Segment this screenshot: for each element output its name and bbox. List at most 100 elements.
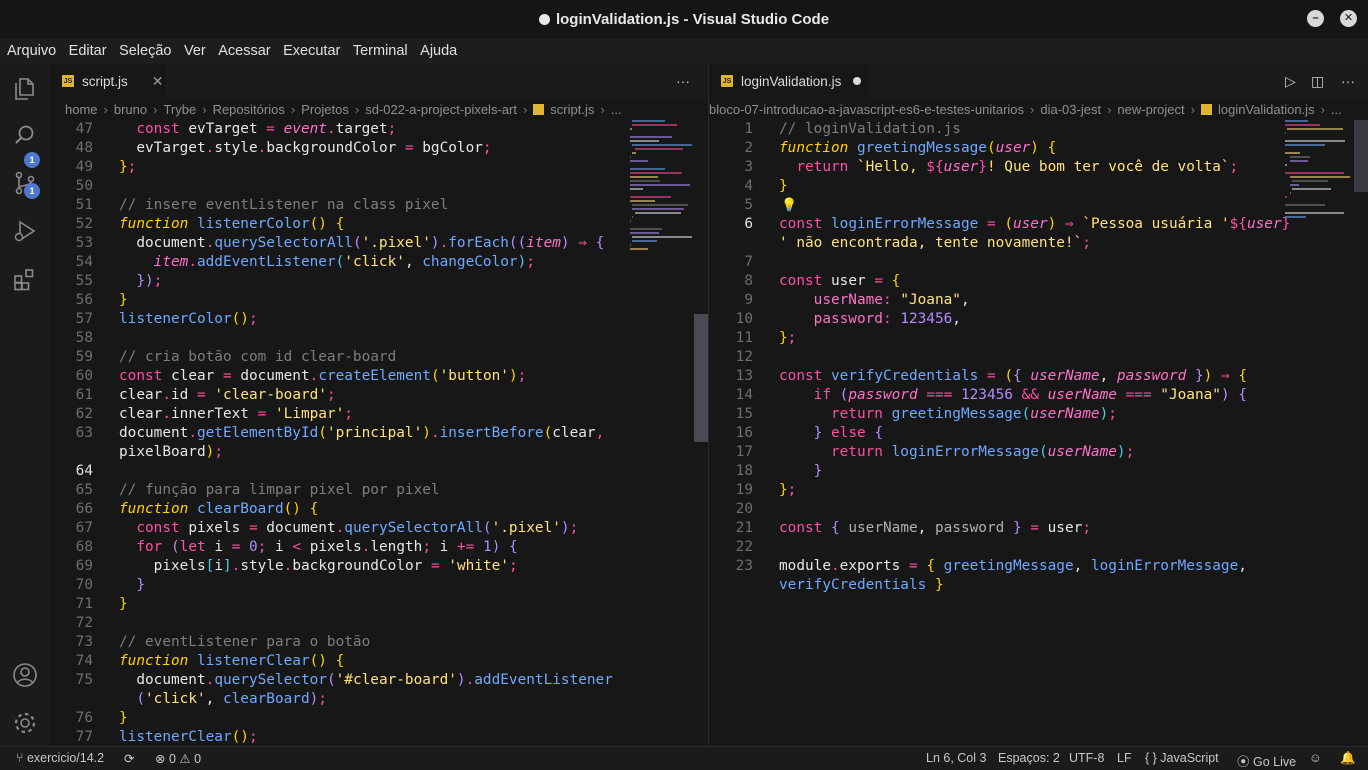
menu-item-acessar[interactable]: Acessar: [218, 43, 270, 59]
code-line[interactable]: 47 const evTarget = event.target;: [50, 120, 708, 139]
go-live-button[interactable]: ⦿ Go Live: [1237, 751, 1296, 770]
code-line[interactable]: 60 const clear = document.createElement('…: [50, 367, 708, 386]
encoding[interactable]: UTF-8: [1069, 751, 1104, 765]
breadcrumb-item[interactable]: home: [65, 102, 98, 117]
breadcrumb-item[interactable]: new-project: [1117, 102, 1184, 117]
code-line[interactable]: 64: [50, 462, 708, 481]
run-debug-icon[interactable]: [12, 218, 38, 244]
breadcrumb-item[interactable]: dia-03-jest: [1040, 102, 1101, 117]
code-line[interactable]: 7: [709, 253, 1368, 272]
feedback-icon[interactable]: ☺: [1309, 751, 1322, 765]
code-line[interactable]: 4}: [709, 177, 1368, 196]
breadcrumb-item[interactable]: ...: [611, 102, 622, 117]
code-line[interactable]: 77 listenerClear();: [50, 728, 708, 746]
breadcrumb-item[interactable]: bruno: [114, 102, 147, 117]
menu-item-editar[interactable]: Editar: [69, 43, 107, 59]
code-line[interactable]: 57 listenerColor();: [50, 310, 708, 329]
code-line[interactable]: 22: [709, 538, 1368, 557]
code-line[interactable]: 69 pixels[i].style.backgroundColor = 'wh…: [50, 557, 708, 576]
code-line[interactable]: 3 return `Hello, ${user}! Que bom ter vo…: [709, 158, 1368, 177]
menu-item-terminal[interactable]: Terminal: [353, 43, 408, 59]
code-line[interactable]: 71}: [50, 595, 708, 614]
code-line[interactable]: 73 // eventListener para o botão: [50, 633, 708, 652]
code-line[interactable]: 17 return loginErrorMessage(userName);: [709, 443, 1368, 462]
code-line[interactable]: 62 clear.innerText = 'Limpar';: [50, 405, 708, 424]
breadcrumb-item[interactable]: sd-022-a-project-pixels-art: [365, 102, 517, 117]
cursor-position[interactable]: Ln 6, Col 3: [926, 751, 986, 765]
account-icon[interactable]: [12, 662, 38, 688]
breadcrumb-item[interactable]: bloco-07-introducao-a-javascript-es6-e-t…: [709, 102, 1024, 117]
menu-item-ver[interactable]: Ver: [184, 43, 206, 59]
code-line[interactable]: 67 const pixels = document.querySelector…: [50, 519, 708, 538]
code-line[interactable]: 65 // função para limpar pixel por pixel: [50, 481, 708, 500]
code-line[interactable]: 11};: [709, 329, 1368, 348]
code-line[interactable]: 16 } else {: [709, 424, 1368, 443]
code-line[interactable]: 72: [50, 614, 708, 633]
code-line[interactable]: 8 const user = {: [709, 272, 1368, 291]
search-icon[interactable]: [12, 122, 38, 148]
code-line[interactable]: 53 document.querySelectorAll('.pixel').f…: [50, 234, 708, 253]
code-line[interactable]: 66 function clearBoard() {: [50, 500, 708, 519]
breadcrumb-item[interactable]: ...: [1331, 102, 1342, 117]
code-line[interactable]: 49};: [50, 158, 708, 177]
tab-loginvalidation-js[interactable]: JS loginValidation.js: [709, 64, 869, 98]
minimap-right[interactable]: [1285, 120, 1361, 380]
breadcrumb-item[interactable]: Repositórios: [213, 102, 285, 117]
code-line[interactable]: 56}: [50, 291, 708, 310]
explorer-icon[interactable]: [12, 76, 38, 102]
menu-item-arquivo[interactable]: Arquivo: [7, 43, 56, 59]
code-line[interactable]: 54 item.addEventListener('click', change…: [50, 253, 708, 272]
code-line[interactable]: 23 module.exports = { greetingMessage, lo…: [709, 557, 1368, 576]
code-line[interactable]: 50: [50, 177, 708, 196]
menu-item-seleção[interactable]: Seleção: [119, 43, 171, 59]
code-line[interactable]: 6 const loginErrorMessage = (user) ⇒ `Pes…: [709, 215, 1368, 234]
code-line[interactable]: 52 function listenerColor() {: [50, 215, 708, 234]
problems-indicator[interactable]: ⊗ 0 ⚠ 0: [155, 751, 201, 766]
branch-indicator[interactable]: ⑂ exercicio/14.2: [16, 751, 104, 765]
code-line[interactable]: 59 // cria botão com id clear-board: [50, 348, 708, 367]
menu-item-executar[interactable]: Executar: [283, 43, 340, 59]
code-line[interactable]: 10 password: 123456,: [709, 310, 1368, 329]
close-tab-icon[interactable]: ✕: [152, 73, 164, 90]
code-line[interactable]: 2 function greetingMessage(user) {: [709, 139, 1368, 158]
code-line[interactable]: 20: [709, 500, 1368, 519]
minimize-button[interactable]: –: [1307, 10, 1324, 27]
code-line[interactable]: 5: [709, 196, 1368, 215]
code-line[interactable]: ('click', clearBoard);: [50, 690, 708, 709]
scrollbar-thumb-right[interactable]: [1354, 120, 1368, 192]
tab-script-js[interactable]: JS script.js ✕: [50, 64, 166, 98]
extensions-icon[interactable]: [12, 266, 38, 292]
code-line[interactable]: 12: [709, 348, 1368, 367]
code-line[interactable]: 18 }: [709, 462, 1368, 481]
code-line[interactable]: 70 }: [50, 576, 708, 595]
code-line[interactable]: 55 });: [50, 272, 708, 291]
close-window-button[interactable]: ✕: [1340, 10, 1357, 27]
code-line[interactable]: ' não encontrada, tente novamente!`;: [709, 234, 1368, 253]
sync-icon[interactable]: ⟳: [124, 751, 134, 766]
breadcrumb-item[interactable]: script.js: [550, 102, 594, 117]
indentation[interactable]: Espaços: 2: [998, 751, 1060, 765]
settings-gear-icon[interactable]: [12, 710, 38, 736]
code-line[interactable]: verifyCredentials }: [709, 576, 1368, 595]
code-line[interactable]: 75 document.querySelector('#clear-board'…: [50, 671, 708, 690]
code-line[interactable]: 74 function listenerClear() {: [50, 652, 708, 671]
code-line[interactable]: 15 return greetingMessage(userName);: [709, 405, 1368, 424]
code-line[interactable]: 61 clear.id = 'clear-board';: [50, 386, 708, 405]
lightbulb-icon[interactable]: 💡: [781, 197, 797, 213]
code-line[interactable]: 13 const verifyCredentials = ({ userName,…: [709, 367, 1368, 386]
breadcrumb-item[interactable]: loginValidation.js: [1218, 102, 1315, 117]
menu-item-ajuda[interactable]: Ajuda: [420, 43, 457, 59]
code-line[interactable]: pixelBoard);: [50, 443, 708, 462]
code-line[interactable]: 9 userName: "Joana",: [709, 291, 1368, 310]
code-line[interactable]: 14 if (password === 123456 && userName =…: [709, 386, 1368, 405]
breadcrumb-item[interactable]: Trybe: [163, 102, 196, 117]
code-line[interactable]: 51 // insere eventListener na class pixel: [50, 196, 708, 215]
code-line[interactable]: 58: [50, 329, 708, 348]
scrollbar-thumb-left[interactable]: [694, 314, 708, 442]
breadcrumb-item[interactable]: Projetos: [301, 102, 349, 117]
code-line[interactable]: 1 // loginValidation.js: [709, 120, 1368, 139]
code-line[interactable]: 19};: [709, 481, 1368, 500]
code-line[interactable]: 76}: [50, 709, 708, 728]
notifications-bell-icon[interactable]: 🔔: [1340, 751, 1356, 766]
split-editor-icon[interactable]: ◫: [1311, 73, 1324, 90]
